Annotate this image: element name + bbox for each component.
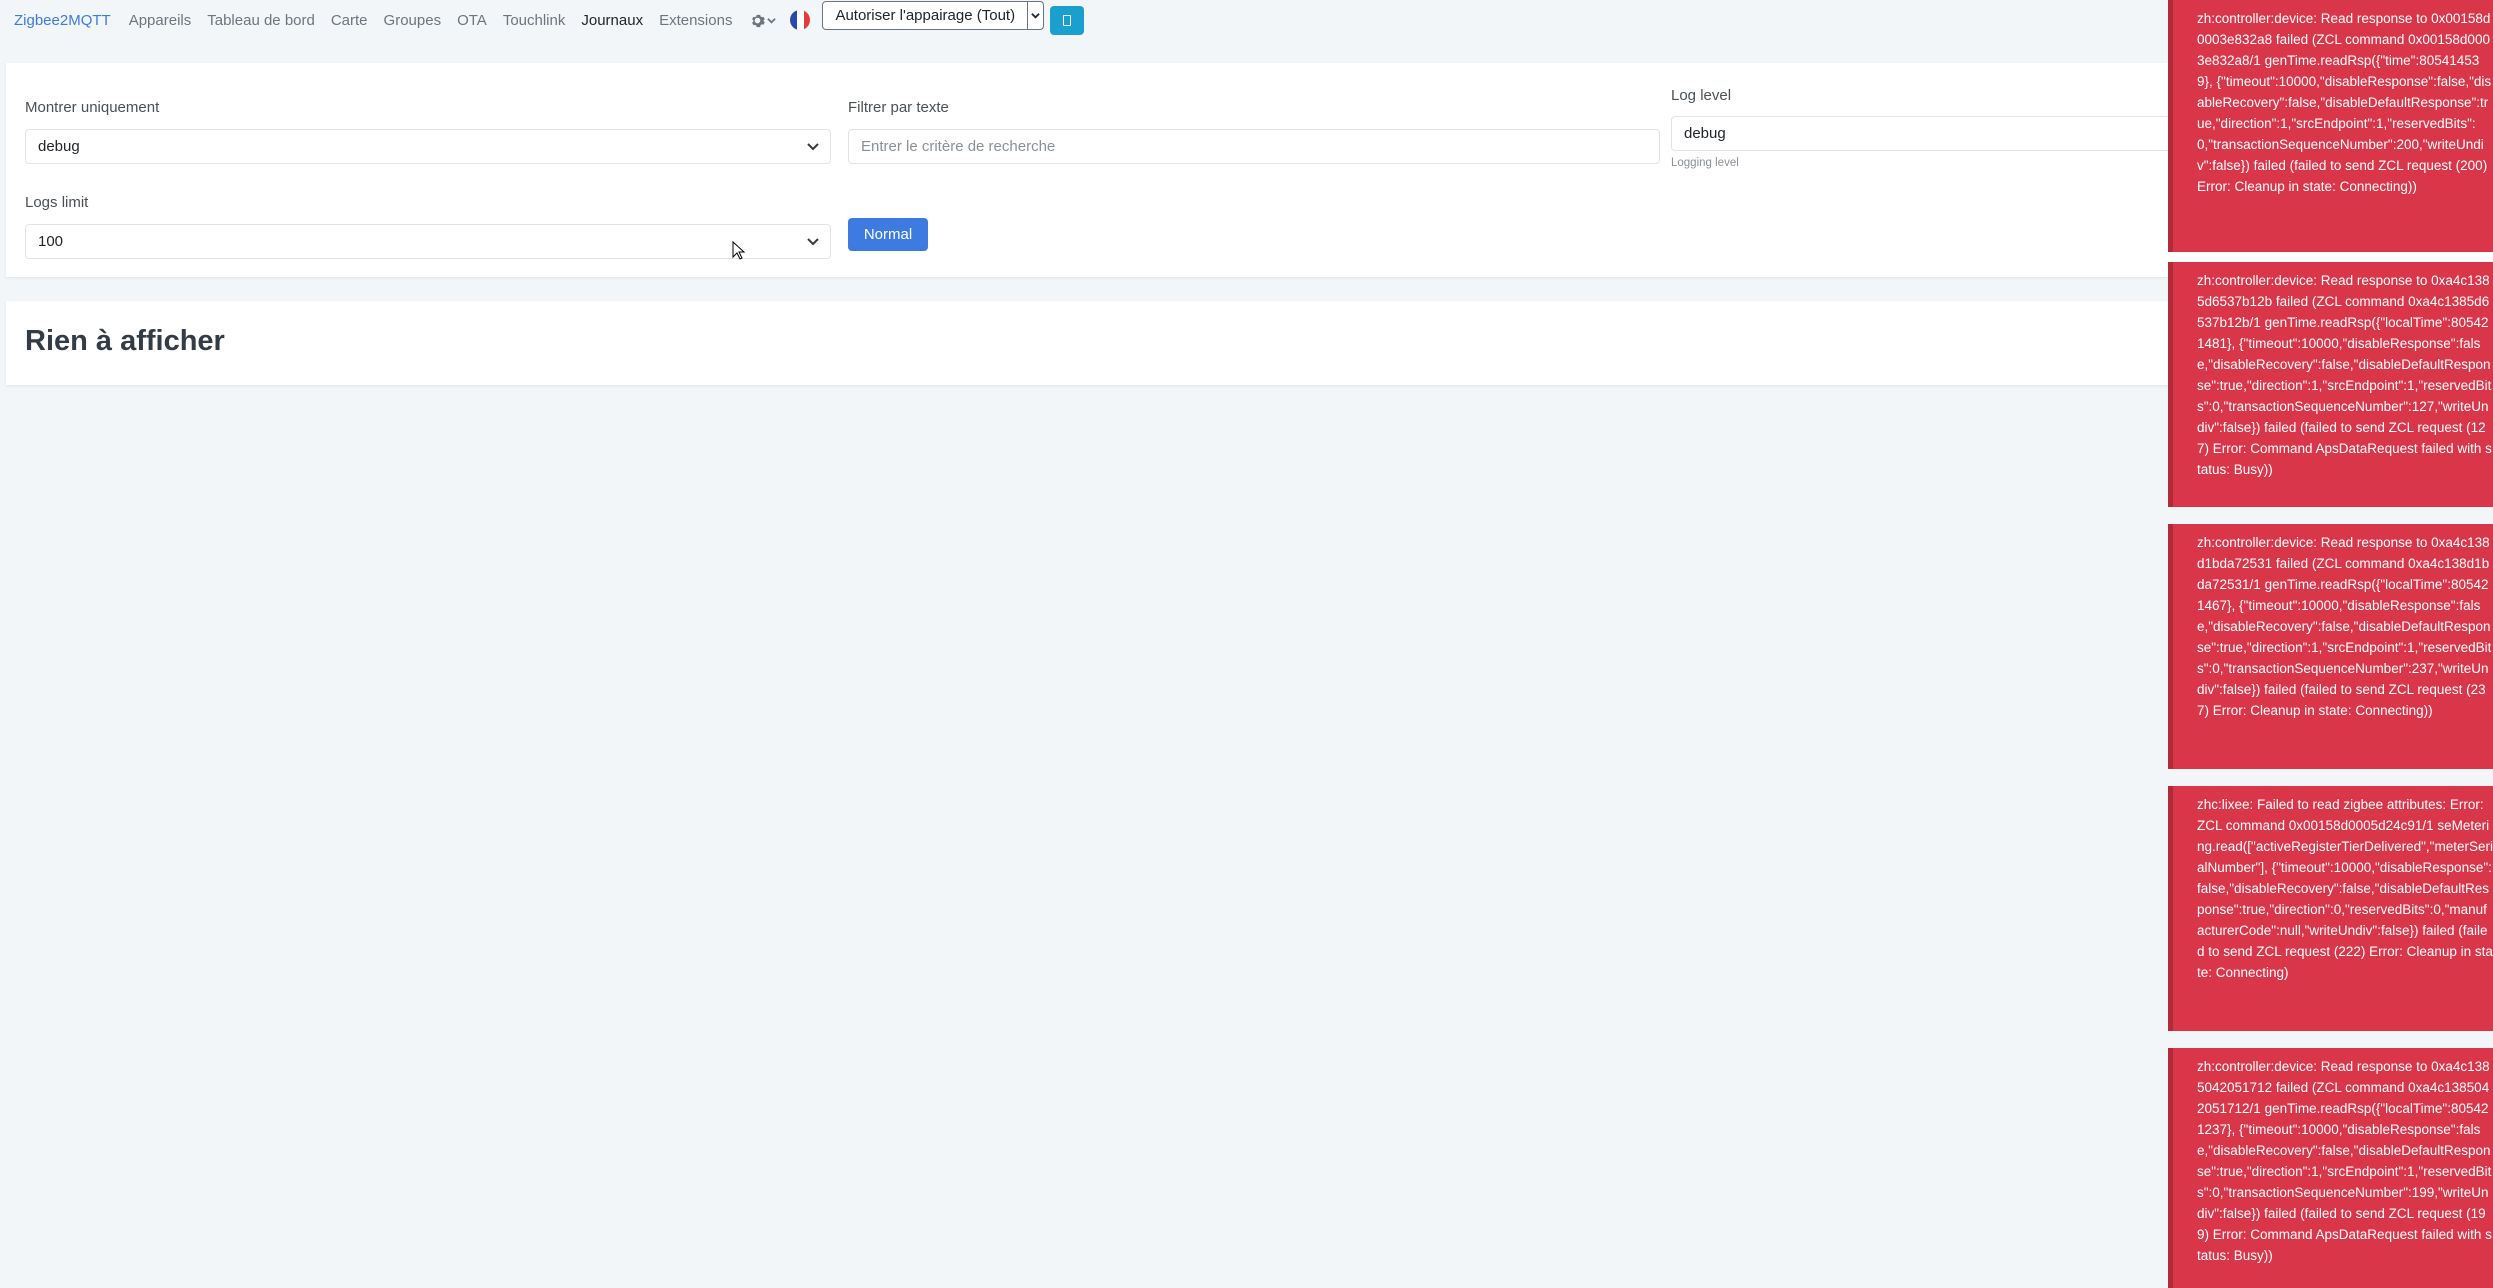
logs-limit-label: Logs limit (25, 194, 89, 211)
nav-link-touchlink[interactable]: Touchlink (503, 12, 566, 29)
log-level-label: Log level (1671, 87, 1732, 104)
error-toast-text: zh:controller:device: Read response to 0… (2197, 11, 2492, 194)
settings-dropdown[interactable] (750, 13, 777, 28)
nav-link-dashboard[interactable]: Tableau de bord (207, 12, 315, 29)
nav-link-logs[interactable]: Journaux (581, 12, 643, 29)
log-level-value: debug (1684, 125, 1726, 142)
text-filter-placeholder: Entrer le critère de recherche (861, 138, 1056, 155)
log-level-help: Logging level (1671, 157, 1739, 169)
text-filter-input[interactable]: Entrer le critère de recherche (848, 129, 1660, 164)
error-toast-text: zhc:lixee: Failed to read zigbee attribu… (2197, 797, 2493, 980)
error-toast[interactable]: zhc:lixee: Failed to read zigbee attribu… (2168, 786, 2493, 1031)
nav-link-groups[interactable]: Groupes (384, 12, 442, 29)
error-toast[interactable]: zh:controller:device: Read response to 0… (2168, 524, 2493, 769)
navbar: Zigbee2MQTT Appareils Tableau de bord Ca… (0, 0, 2493, 40)
chevron-down-icon (807, 143, 819, 151)
chevron-down-icon (1031, 12, 1040, 19)
permit-join-button[interactable]: Autoriser l'appairage (Tout) (822, 0, 1029, 30)
permit-join-dropdown[interactable] (1028, 0, 1045, 30)
error-toast[interactable]: zh:controller:device: Read response to 0… (2168, 1048, 2493, 1288)
error-toast-text: zh:controller:device: Read response to 0… (2197, 1059, 2492, 1263)
normal-button[interactable]: Normal (848, 218, 928, 251)
chevron-down-icon (807, 238, 819, 246)
show-only-select[interactable]: debug (25, 129, 831, 164)
gear-icon (752, 14, 766, 27)
logs-limit-select[interactable]: 100 (25, 224, 831, 259)
permit-join-group: Autoriser l'appairage (Tout) (822, 0, 1045, 30)
log-filters-card: Montrer uniquement debug Filtrer par tex… (6, 63, 2493, 277)
nav-link-appareils[interactable]: Appareils (129, 12, 192, 29)
error-toast-text: zh:controller:device: Read response to 0… (2197, 273, 2492, 477)
empty-message: Rien à afficher (25, 325, 225, 357)
error-toast-text: zh:controller:device: Read response to 0… (2197, 535, 2492, 718)
show-only-label: Montrer uniquement (25, 99, 160, 116)
info-icon (1063, 14, 1072, 26)
nav-link-extensions[interactable]: Extensions (659, 12, 732, 29)
text-filter-label: Filtrer par texte (848, 99, 949, 116)
brand-link[interactable]: Zigbee2MQTT (14, 12, 111, 29)
logs-limit-value: 100 (38, 233, 64, 250)
nav-link-ota[interactable]: OTA (457, 12, 487, 29)
info-button[interactable] (1050, 5, 1085, 35)
chevron-down-icon (767, 17, 777, 24)
error-toast[interactable]: zh:controller:device: Read response to 0… (2168, 262, 2493, 507)
logs-card: Rien à afficher (6, 301, 2493, 385)
mouse-cursor-icon (732, 241, 746, 260)
show-only-value: debug (38, 138, 80, 155)
error-toast[interactable]: zh:controller:device: Read response to 0… (2168, 0, 2493, 252)
nav-link-map[interactable]: Carte (331, 12, 368, 29)
language-flag-icon[interactable] (790, 10, 811, 30)
